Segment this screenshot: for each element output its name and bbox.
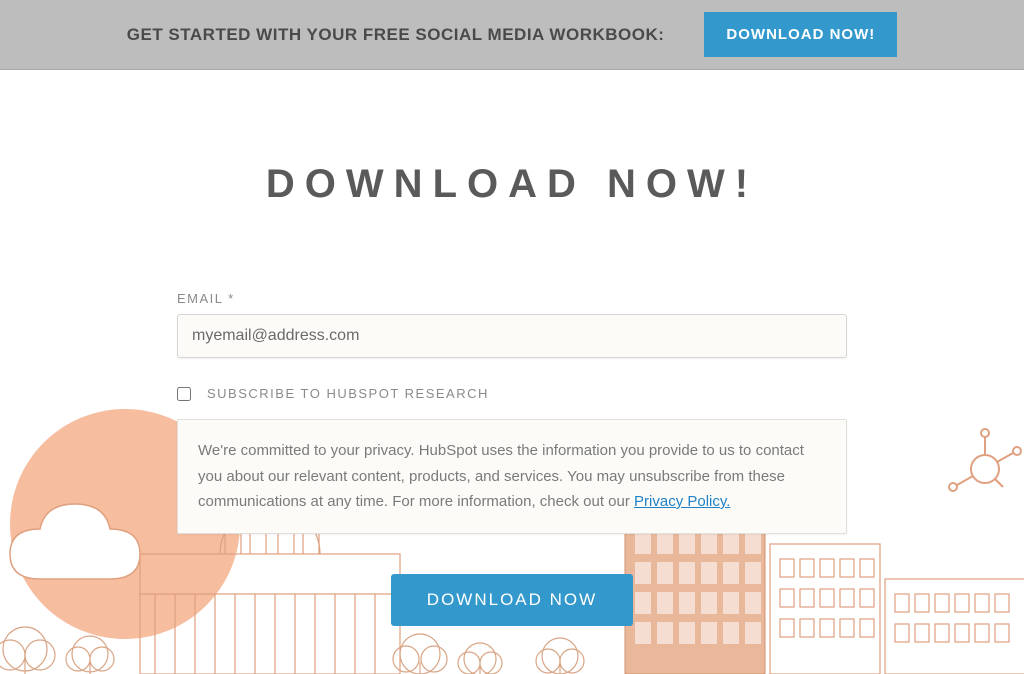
download-form: EMAIL * SUBSCRIBE TO HUBSPOT RESEARCH We… bbox=[177, 291, 847, 626]
banner-text: GET STARTED WITH YOUR FREE SOCIAL MEDIA … bbox=[127, 25, 665, 45]
email-input[interactable] bbox=[177, 314, 847, 358]
top-banner: GET STARTED WITH YOUR FREE SOCIAL MEDIA … bbox=[0, 0, 1024, 70]
subscribe-row: SUBSCRIBE TO HUBSPOT RESEARCH bbox=[177, 386, 847, 401]
privacy-notice: We're committed to your privacy. HubSpot… bbox=[177, 419, 847, 534]
subscribe-label: SUBSCRIBE TO HUBSPOT RESEARCH bbox=[207, 386, 489, 401]
email-label: EMAIL * bbox=[177, 291, 847, 306]
page-title: DOWNLOAD NOW! bbox=[0, 162, 1024, 207]
banner-download-button[interactable]: DOWNLOAD NOW! bbox=[704, 12, 897, 57]
subscribe-checkbox[interactable] bbox=[177, 387, 191, 401]
submit-row: DOWNLOAD NOW bbox=[177, 574, 847, 626]
download-now-button[interactable]: DOWNLOAD NOW bbox=[391, 574, 633, 626]
privacy-policy-link[interactable]: Privacy Policy. bbox=[634, 493, 730, 510]
